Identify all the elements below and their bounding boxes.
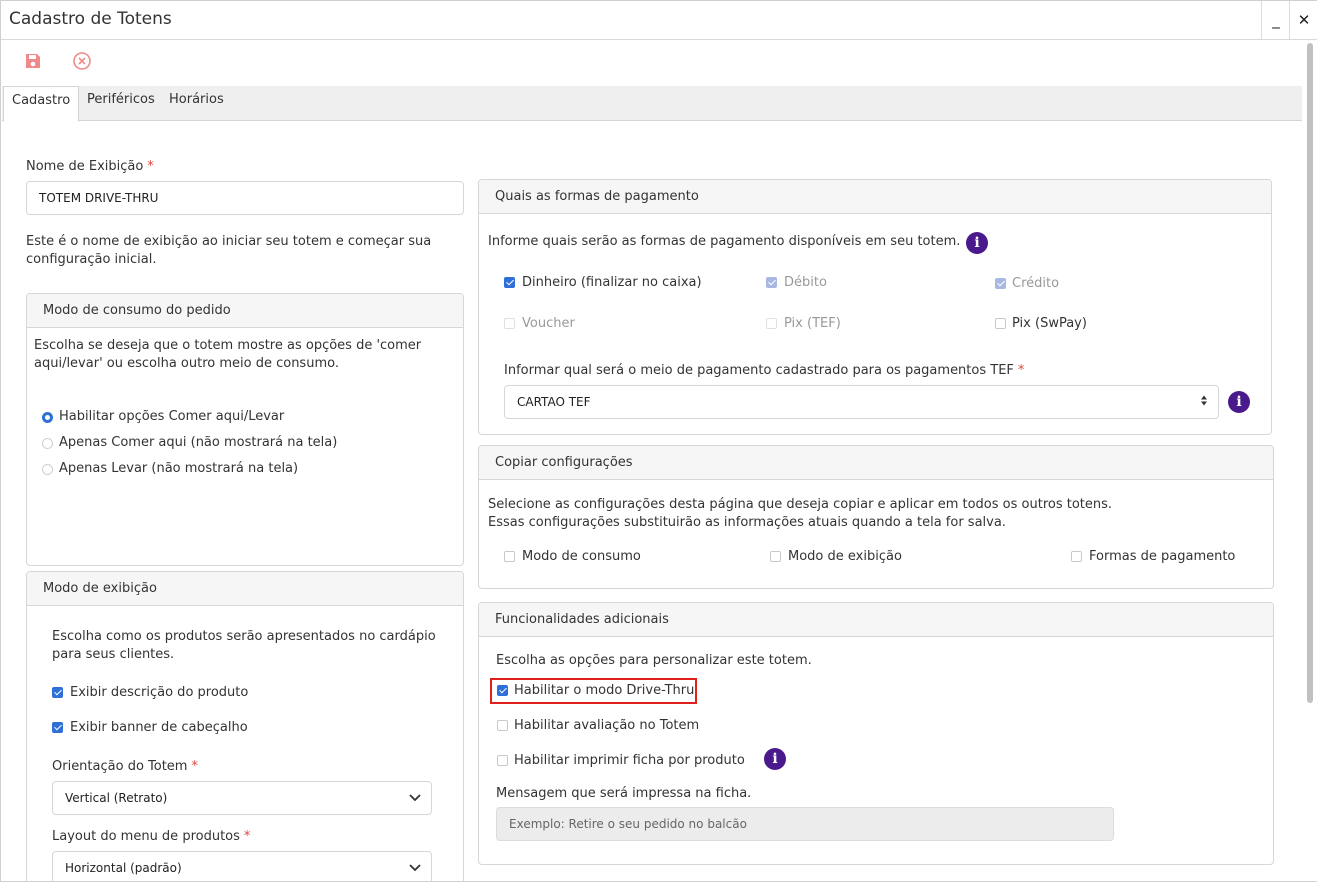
- radio-levar-label: Apenas Levar (não mostrará na tela): [59, 461, 299, 476]
- layout-value: Horizontal (padrão): [65, 861, 182, 875]
- radio-comer-levar[interactable]: [42, 412, 53, 423]
- close-button[interactable]: ✕: [1289, 1, 1317, 39]
- pagamento-panel-title: Quais as formas de pagamento: [495, 189, 699, 204]
- exibicao-panel-header: Modo de exibição: [27, 572, 463, 606]
- consumo-panel-title: Modo de consumo do pedido: [43, 303, 231, 318]
- checkbox-imprimir-ficha[interactable]: [497, 755, 508, 766]
- checkbox-banner-cabecalho[interactable]: [52, 722, 63, 733]
- checkbox-copiar-consumo-label: Modo de consumo: [522, 549, 641, 564]
- title-bar: Cadastro de Totens _ ✕: [1, 1, 1317, 40]
- consumo-panel: Modo de consumo do pedido Escolha se des…: [26, 293, 464, 566]
- highlight-box: [490, 678, 697, 704]
- radio-comer-aqui[interactable]: [42, 438, 53, 449]
- checkbox-pix-swpay[interactable]: [995, 318, 1006, 329]
- orientacao-select[interactable]: Vertical (Retrato): [52, 781, 432, 815]
- pagamento-panel-header: Quais as formas de pagamento: [479, 180, 1271, 214]
- orientacao-value: Vertical (Retrato): [65, 791, 168, 805]
- orientacao-label: Orientação do Totem *: [52, 759, 198, 774]
- info-icon[interactable]: i: [966, 232, 988, 254]
- mensagem-input[interactable]: Exemplo: Retire o seu pedido no balcão: [496, 807, 1114, 841]
- funcionalidades-panel: Funcionalidades adicionais Escolha as op…: [478, 602, 1274, 865]
- checkbox-copiar-pagamento-label: Formas de pagamento: [1089, 549, 1236, 564]
- minimize-button[interactable]: _: [1261, 1, 1290, 39]
- checkbox-copiar-pagamento[interactable]: [1071, 551, 1082, 562]
- checkbox-copiar-exibicao-label: Modo de exibição: [788, 549, 902, 564]
- checkbox-voucher: [504, 318, 515, 329]
- checkbox-debito-label: Débito: [784, 275, 827, 290]
- funcionalidades-panel-header: Funcionalidades adicionais: [479, 603, 1273, 637]
- tef-label: Informar qual será o meio de pagamento c…: [504, 363, 1025, 378]
- checkbox-pix-tef: [766, 318, 777, 329]
- tef-value: CARTAO TEF: [517, 395, 591, 409]
- layout-select[interactable]: Horizontal (padrão): [52, 851, 432, 881]
- scrollbar[interactable]: [1307, 43, 1313, 703]
- exibicao-description: Escolha como os produtos serão apresenta…: [52, 629, 436, 662]
- window-title: Cadastro de Totens: [9, 9, 172, 29]
- tab-perifericos[interactable]: Periféricos: [79, 86, 163, 120]
- info-icon[interactable]: i: [1228, 391, 1250, 413]
- checkbox-pix-swpay-label: Pix (SwPay): [1012, 316, 1087, 331]
- checkbox-credito-label: Crédito: [1012, 276, 1060, 291]
- chevron-down-icon: [409, 861, 421, 875]
- tab-cadastro[interactable]: Cadastro: [3, 86, 80, 122]
- save-icon[interactable]: [23, 51, 43, 71]
- consumo-panel-header: Modo de consumo do pedido: [27, 294, 463, 328]
- info-icon[interactable]: i: [764, 748, 786, 770]
- cadastro-totens-window: Cadastro de Totens _ ✕ Cadastro Periféri…: [0, 0, 1317, 882]
- checkbox-copiar-exibicao[interactable]: [770, 551, 781, 562]
- mensagem-label: Mensagem que será impressa na ficha.: [496, 786, 752, 801]
- checkbox-dinheiro[interactable]: [504, 277, 515, 288]
- checkbox-pix-tef-label: Pix (TEF): [784, 316, 841, 331]
- checkbox-descricao-produto[interactable]: [52, 687, 63, 698]
- copiar-panel-title: Copiar configurações: [495, 455, 633, 470]
- checkbox-descricao-produto-label: Exibir descrição do produto: [70, 685, 249, 700]
- copiar-description: Selecione as configurações desta página …: [488, 497, 1113, 530]
- checkbox-dinheiro-label: Dinheiro (finalizar no caixa): [522, 275, 702, 290]
- nome-label: Nome de Exibição *: [26, 159, 154, 174]
- sort-arrows-icon: [1200, 395, 1208, 410]
- checkbox-voucher-label: Voucher: [522, 316, 575, 331]
- nome-help: Este é o nome de exibição ao iniciar seu…: [26, 234, 432, 267]
- exibicao-panel: Modo de exibição Escolha como os produto…: [26, 571, 464, 881]
- funcionalidades-panel-title: Funcionalidades adicionais: [495, 612, 669, 627]
- pagamento-panel: Quais as formas de pagamento Informe qua…: [478, 179, 1272, 435]
- copiar-panel-header: Copiar configurações: [479, 446, 1273, 480]
- cancel-circle-icon[interactable]: [72, 51, 92, 71]
- tab-bar: Cadastro Periféricos Horários: [2, 86, 1302, 122]
- checkbox-avaliacao[interactable]: [497, 720, 508, 731]
- pagamento-description: Informe quais serão as formas de pagamen…: [488, 234, 961, 249]
- layout-label: Layout do menu de produtos *: [52, 829, 251, 844]
- consumo-description: Escolha se deseja que o totem mostre as …: [34, 338, 422, 371]
- checkbox-banner-cabecalho-label: Exibir banner de cabeçalho: [70, 720, 248, 735]
- checkbox-avaliacao-label: Habilitar avaliação no Totem: [514, 718, 700, 733]
- exibicao-panel-title: Modo de exibição: [43, 581, 157, 596]
- funcionalidades-description: Escolha as opções para personalizar este…: [496, 653, 812, 668]
- radio-levar[interactable]: [42, 464, 53, 475]
- checkbox-copiar-consumo[interactable]: [504, 551, 515, 562]
- copiar-panel: Copiar configurações Selecione as config…: [478, 445, 1274, 589]
- tef-select[interactable]: CARTAO TEF: [504, 385, 1219, 419]
- radio-comer-levar-label: Habilitar opções Comer aqui/Levar: [59, 409, 285, 424]
- nome-input[interactable]: TOTEM DRIVE-THRU: [26, 181, 464, 215]
- chevron-down-icon: [409, 791, 421, 805]
- checkbox-credito: [995, 278, 1006, 289]
- checkbox-debito: [766, 277, 777, 288]
- tab-horarios[interactable]: Horários: [161, 86, 232, 120]
- radio-comer-aqui-label: Apenas Comer aqui (não mostrará na tela): [59, 435, 338, 450]
- checkbox-imprimir-ficha-label: Habilitar imprimir ficha por produto: [514, 753, 745, 768]
